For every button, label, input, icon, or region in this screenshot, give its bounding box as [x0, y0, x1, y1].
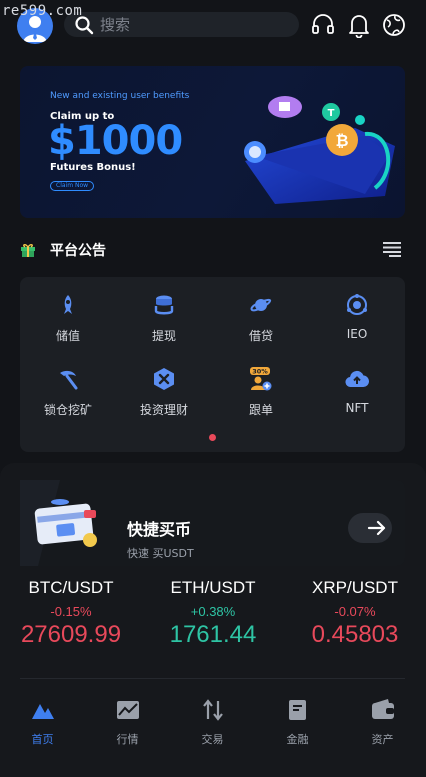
banner-amount: $1000	[48, 118, 183, 164]
nav-finance[interactable]: 金融	[255, 698, 340, 747]
headset-icon[interactable]	[310, 12, 336, 38]
credit-card-illustration	[20, 480, 97, 566]
ticker-change: +0.38%	[190, 604, 236, 619]
announcement-bar[interactable]: 平台公告	[20, 236, 405, 264]
ticker-xrp[interactable]: XRP/USDT -0.07% 0.45803	[284, 578, 426, 649]
chart-icon	[116, 701, 139, 719]
service-loan[interactable]: 借贷	[213, 277, 309, 347]
wallet-icon	[371, 699, 394, 719]
ticker-price: 1761.44	[169, 621, 257, 648]
ticker-change: -0.07%	[334, 604, 376, 619]
search-bar[interactable]	[64, 12, 299, 37]
nav-trade[interactable]: 交易	[170, 698, 255, 747]
service-label: 提现	[151, 329, 176, 343]
banner-subtitle: New and existing user benefits	[50, 91, 190, 101]
service-label: 储值	[55, 329, 80, 343]
quick-buy-subtitle: 快速 买USDT	[127, 547, 194, 560]
svg-text:T: T	[328, 108, 335, 119]
nav-label: 交易	[201, 733, 224, 746]
page-indicator-dot	[209, 434, 216, 441]
service-deposit[interactable]: 储值	[20, 277, 116, 347]
quick-buy-title: 快捷买币	[127, 520, 192, 539]
cloud-upload-icon	[345, 370, 369, 388]
svg-text:₿: ₿	[335, 131, 348, 150]
pickaxe-icon	[60, 370, 78, 390]
swap-icon	[202, 699, 223, 721]
follow-badge: 30%	[252, 368, 268, 376]
nav-label: 行情	[116, 733, 139, 746]
list-icon[interactable]	[383, 241, 401, 257]
gift-icon	[21, 244, 35, 257]
follow-icon: 30%	[250, 367, 272, 391]
service-staking[interactable]: 锁仓挖矿	[20, 351, 116, 421]
divider	[20, 678, 405, 679]
market-panel: 快捷买币 快速 买USDT BTC/USDT -0.15% 27609.99 E…	[0, 463, 426, 777]
service-label: 跟单	[248, 403, 273, 417]
ticker-price: 0.45803	[311, 621, 399, 648]
nav-market[interactable]: 行情	[85, 698, 170, 747]
claim-now-button[interactable]: Claim Now	[50, 181, 95, 191]
ticker-pair: ETH/USDT	[170, 578, 256, 597]
bell-icon[interactable]	[346, 12, 372, 38]
service-ieo[interactable]: IEO	[309, 277, 405, 347]
ticker-eth[interactable]: ETH/USDT +0.38% 1761.44	[142, 578, 284, 649]
search-input[interactable]	[100, 15, 280, 34]
watermark: re599.com	[2, 3, 83, 19]
ticker-price: 27609.99	[20, 621, 122, 648]
services-grid: 储值 提现 借贷 IEO 锁仓挖矿 投资理财 30% 跟单 NFT	[20, 277, 405, 452]
ticker-row: BTC/USDT -0.15% 27609.99 ETH/USDT +0.38%…	[0, 578, 426, 668]
hexagon-icon	[154, 368, 174, 390]
service-label: 借贷	[248, 329, 273, 343]
service-label: 投资理财	[139, 403, 188, 417]
arrow-right-icon	[367, 520, 386, 536]
service-invest[interactable]: 投资理财	[116, 351, 212, 421]
service-label: IEO	[346, 327, 368, 341]
quick-buy-card[interactable]: 快捷买币 快速 买USDT	[20, 480, 405, 566]
nav-label: 金融	[286, 733, 309, 746]
nav-label: 首页	[31, 733, 54, 746]
finance-icon	[288, 700, 306, 720]
quick-buy-arrow-button[interactable]	[348, 513, 392, 543]
announcement-title: 平台公告	[50, 243, 106, 259]
ticker-change: -0.15%	[50, 604, 92, 619]
service-label: NFT	[345, 401, 369, 415]
home-icon	[31, 704, 54, 719]
ticker-btc[interactable]: BTC/USDT -0.15% 27609.99	[0, 578, 142, 649]
promo-banner[interactable]: New and existing user benefits Claim up …	[20, 66, 405, 218]
ticker-pair: XRP/USDT	[312, 578, 398, 597]
globe-icon[interactable]	[381, 12, 407, 38]
coins-icon	[154, 295, 174, 315]
service-copy-trade[interactable]: 30% 跟单	[213, 351, 309, 421]
service-withdraw[interactable]: 提现	[116, 277, 212, 347]
planet-icon	[250, 299, 272, 312]
wallet-coins-illustration: ₿ T	[244, 96, 395, 204]
service-label: 锁仓挖矿	[43, 403, 92, 417]
banner-bonus-text: Futures Bonus!	[50, 162, 136, 173]
ticker-pair: BTC/USDT	[28, 578, 114, 597]
ieo-icon	[347, 294, 367, 315]
bottom-nav: 首页 行情 交易 金融 资产	[0, 698, 426, 758]
nav-assets[interactable]: 资产	[340, 698, 425, 747]
service-nft[interactable]: NFT	[309, 351, 405, 421]
nav-home[interactable]: 首页	[0, 698, 85, 747]
rocket-icon	[64, 295, 72, 314]
nav-label: 资产	[371, 733, 394, 746]
